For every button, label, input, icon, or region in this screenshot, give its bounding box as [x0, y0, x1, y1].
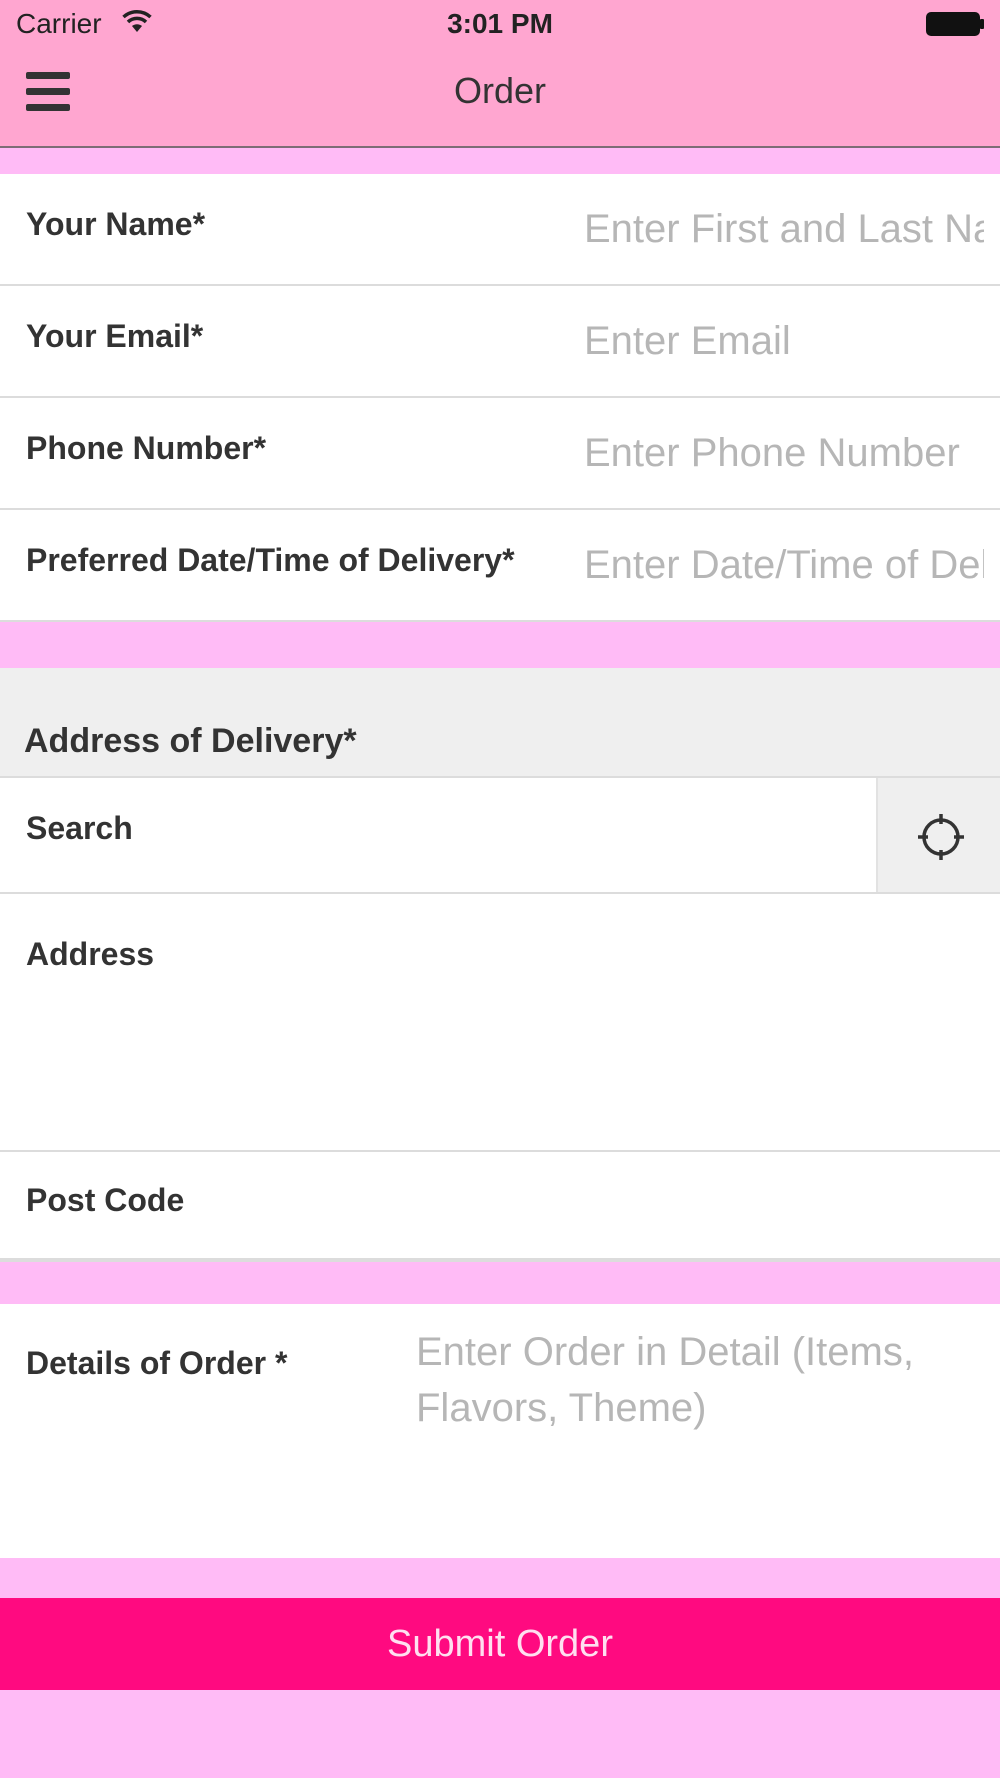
post-code-label: Post Code: [26, 1182, 185, 1218]
address-field[interactable]: [26, 990, 966, 1130]
email-label: Your Email*: [26, 318, 204, 354]
status-time: 3:01 PM: [447, 8, 553, 39]
name-label: Your Name*: [26, 206, 206, 242]
search-label: Search: [26, 810, 133, 846]
order-details-field[interactable]: [416, 1324, 976, 1544]
address-label: Address: [26, 936, 155, 972]
order-details-label: Details of Order *: [26, 1345, 288, 1381]
post-code-field[interactable]: [240, 1180, 980, 1226]
submit-order-button[interactable]: Submit Order: [0, 1598, 1000, 1690]
delivery-time-field[interactable]: [584, 542, 984, 588]
crosshair-icon: [918, 814, 964, 860]
address-section-title: Address of Delivery*: [24, 722, 357, 760]
battery-icon: [926, 12, 984, 36]
email-field[interactable]: [584, 318, 984, 364]
phone-label: Phone Number*: [26, 430, 267, 466]
name-field[interactable]: [584, 206, 984, 252]
locate-button[interactable]: [876, 778, 1000, 892]
delivery-time-label: Preferred Date/Time of Delivery*: [26, 542, 515, 578]
phone-field[interactable]: [584, 430, 984, 476]
search-input[interactable]: [170, 808, 850, 854]
page-title: Order: [453, 70, 547, 111]
